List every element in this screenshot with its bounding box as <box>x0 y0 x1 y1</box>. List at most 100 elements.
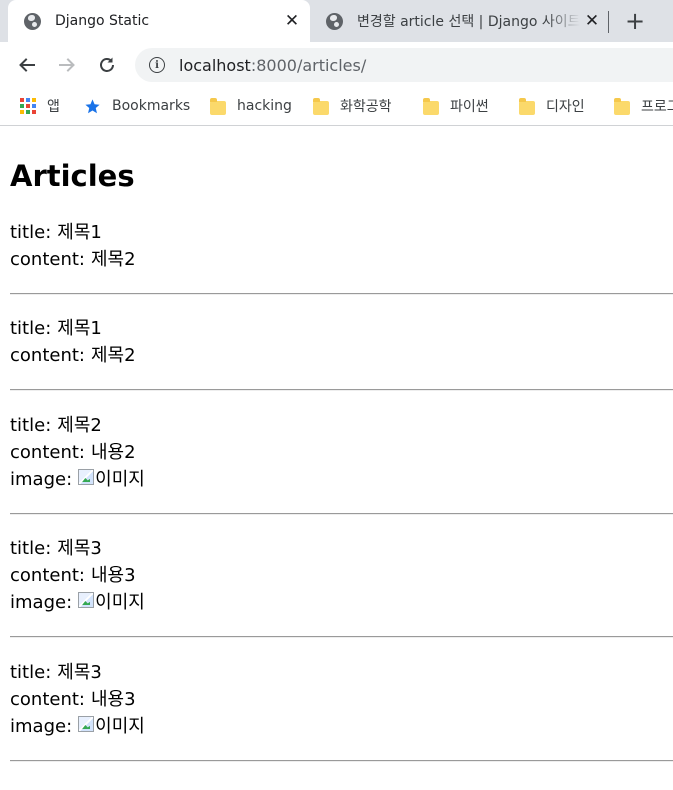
article-title: 제목3 <box>57 538 102 559</box>
content-label: content: <box>10 345 85 366</box>
bookmark-label: Bookmarks <box>112 98 191 114</box>
content-label: content: <box>10 565 85 586</box>
article-item: title: 제목2 content: 내용2 image: 이미지 <box>10 412 673 493</box>
broken-image-icon <box>78 716 95 732</box>
folder-icon <box>423 97 439 115</box>
image-alt-text: 이미지 <box>95 469 145 490</box>
bookmark-folder-hacking[interactable]: hacking <box>210 95 292 117</box>
folder-icon <box>313 97 329 115</box>
bookmark-folder-python[interactable]: 파이썬 <box>423 95 489 117</box>
article-content-line: content: 내용3 <box>10 562 673 589</box>
folder-icon <box>519 97 535 115</box>
info-icon[interactable]: i <box>149 57 165 73</box>
article-content: 내용2 <box>90 442 136 463</box>
article-content-line: content: 제목2 <box>10 246 673 273</box>
reload-icon <box>100 57 114 72</box>
toolbar: i localhost:8000/articles/ <box>0 42 673 88</box>
bookmark-label: hacking <box>237 98 292 114</box>
title-label: title: <box>10 662 52 683</box>
bookmark-label: 디자인 <box>546 99 585 115</box>
bookmark-apps[interactable]: 앱 <box>20 95 60 117</box>
article-item: title: 제목3 content: 내용3 image: 이미지 <box>10 535 673 616</box>
globe-icon <box>24 12 41 30</box>
broken-image-icon <box>78 592 95 608</box>
tab-strip: Django Static ✕ 변경할 article 선택 | Django … <box>0 0 673 42</box>
article-title-line: title: 제목1 <box>10 219 673 246</box>
image-label: image: <box>10 469 73 490</box>
close-icon[interactable]: ✕ <box>280 9 304 33</box>
article-image: 이미지 <box>78 713 145 740</box>
divider <box>10 636 673 638</box>
title-label: title: <box>10 318 52 339</box>
article-content-line: content: 내용3 <box>10 686 673 713</box>
arrow-left-icon <box>19 58 35 72</box>
title-label: title: <box>10 222 52 243</box>
bookmark-label: 파이썬 <box>450 99 489 115</box>
back-button[interactable] <box>13 51 41 79</box>
bookmark-label: 프로그래밍 <box>641 99 673 115</box>
content-label: content: <box>10 249 85 270</box>
title-label: title: <box>10 415 52 436</box>
close-icon[interactable]: ✕ <box>580 9 604 33</box>
star-icon <box>85 98 100 113</box>
article-title-line: title: 제목2 <box>10 412 673 439</box>
bookmark-folder-programming[interactable]: 프로그래밍 <box>614 95 673 117</box>
content-label: content: <box>10 442 85 463</box>
image-label: image: <box>10 716 73 737</box>
browser-chrome: Django Static ✕ 변경할 article 선택 | Django … <box>0 0 673 127</box>
plus-icon[interactable]: + <box>621 7 649 35</box>
article-image-line: image: 이미지 <box>10 589 673 616</box>
image-label: image: <box>10 592 73 613</box>
broken-image-icon <box>78 469 95 485</box>
tab-title: Django Static <box>55 13 150 29</box>
bookmark-folder-chem[interactable]: 화학공학 <box>313 95 392 117</box>
article-item: title: 제목1 content: 제목2 <box>10 315 673 369</box>
article-image-line: image: 이미지 <box>10 713 673 740</box>
divider <box>10 760 673 762</box>
url-path: :8000/articles/ <box>250 55 367 75</box>
article-title-line: title: 제목3 <box>10 535 673 562</box>
bookmarks-bar: 앱 Bookmarks hacking 화학공학 파이썬 디자인 프로그래밍 <box>0 88 673 126</box>
globe-icon <box>326 12 343 30</box>
content-label: content: <box>10 689 85 710</box>
article-title-line: title: 제목3 <box>10 659 673 686</box>
image-alt-text: 이미지 <box>95 716 145 737</box>
article-title: 제목2 <box>57 415 102 436</box>
arrow-right-icon <box>59 58 75 72</box>
article-title: 제목3 <box>57 662 102 683</box>
folder-icon <box>210 97 226 115</box>
page-title: Articles <box>10 159 135 193</box>
article-image: 이미지 <box>78 466 145 493</box>
article-title: 제목1 <box>57 318 102 339</box>
article-content: 내용3 <box>90 565 136 586</box>
article-content-line: content: 내용2 <box>10 439 673 466</box>
article-content: 제목2 <box>90 249 136 270</box>
article-item: title: 제목1 content: 제목2 <box>10 219 673 273</box>
title-label: title: <box>10 538 52 559</box>
divider <box>10 513 673 515</box>
tab-admin[interactable]: 변경할 article 선택 | Django 사이트 관리 ✕ <box>310 0 610 42</box>
url-text: localhost:8000/articles/ <box>179 56 366 75</box>
tab-separator <box>608 11 609 33</box>
divider <box>10 293 673 295</box>
tab-title: 변경할 article 선택 | Django 사이트 관리 <box>357 14 580 30</box>
forward-button[interactable] <box>53 51 81 79</box>
article-content-line: content: 제목2 <box>10 342 673 369</box>
apps-grid-icon <box>20 98 36 114</box>
article-title-line: title: 제목1 <box>10 315 673 342</box>
reload-button[interactable] <box>93 51 121 79</box>
bookmark-bookmarks[interactable]: Bookmarks <box>84 95 190 117</box>
address-bar[interactable]: i localhost:8000/articles/ <box>135 48 673 82</box>
article-content: 제목2 <box>90 345 136 366</box>
url-host: localhost <box>179 55 251 75</box>
folder-icon <box>614 97 630 115</box>
image-alt-text: 이미지 <box>95 592 145 613</box>
divider <box>10 389 673 391</box>
bookmark-folder-design[interactable]: 디자인 <box>519 95 585 117</box>
article-image: 이미지 <box>78 589 145 616</box>
tab-django-static[interactable]: Django Static ✕ <box>8 0 310 42</box>
article-item: title: 제목3 content: 내용3 image: 이미지 <box>10 659 673 740</box>
article-title: 제목1 <box>57 222 102 243</box>
article-image-line: image: 이미지 <box>10 466 673 493</box>
bookmark-label: 앱 <box>47 99 60 115</box>
